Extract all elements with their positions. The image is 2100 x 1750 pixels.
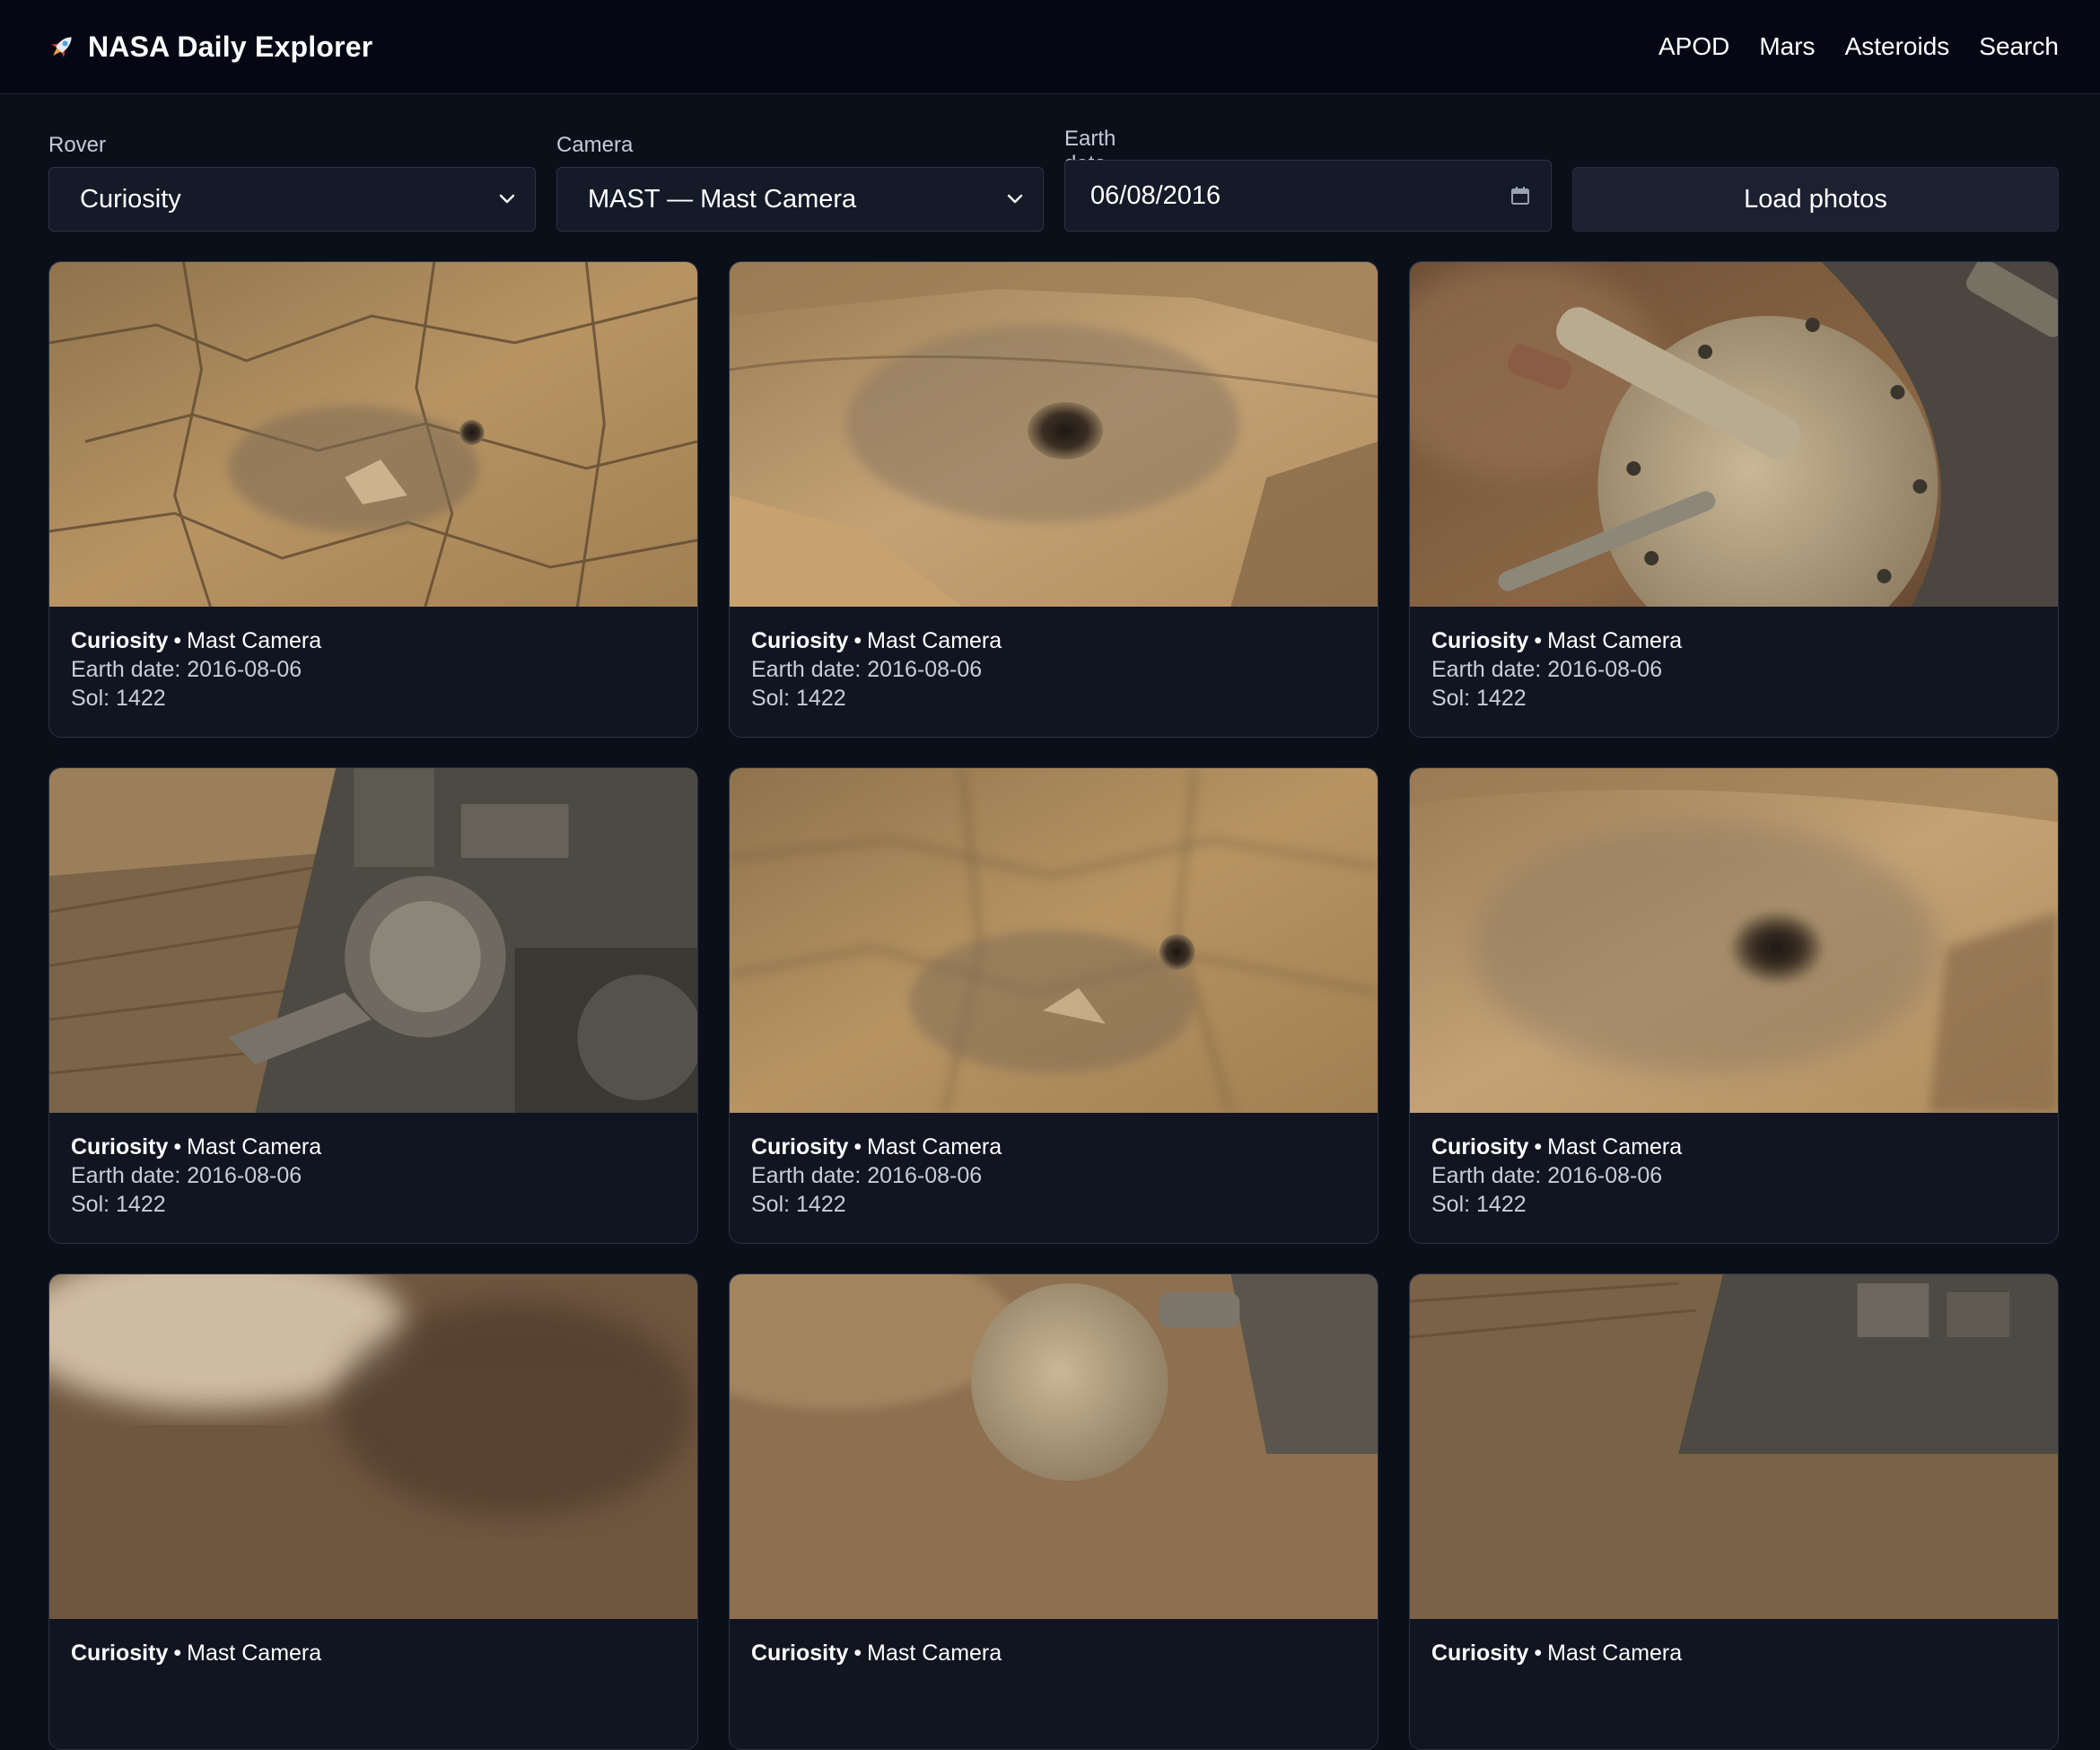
photo-card[interactable]: Curiosity • Mast Camera Earth date: 2016-0… [1409,767,2059,1244]
separator-dot: • [173,628,182,653]
photo-card[interactable]: Curiosity • Mast Camera [729,1273,1378,1750]
photo-card[interactable]: Curiosity • Mast Camera Earth date: 2016-0… [1409,261,2059,738]
mars-photo[interactable] [49,262,697,607]
camera-select[interactable]: MAST — Mast Camera [556,167,1044,232]
photo-rover: Curiosity [751,628,849,653]
mars-photo[interactable] [49,768,697,1113]
calendar-icon[interactable] [1509,185,1531,206]
photo-camera: Mast Camera [187,1641,322,1666]
photo-rover: Curiosity [71,1134,169,1159]
mars-photo[interactable] [730,768,1378,1113]
photo-camera: Mast Camera [867,628,1002,653]
photo-filters: Rover Curiosity Camera MAST — Mast Camer… [48,126,2059,233]
nav-link-mars[interactable]: Mars [1759,32,1815,61]
separator-dot: • [853,628,862,653]
photo-earth-date: Earth date: 2016-08-06 [1431,657,1663,682]
photo-sol: Sol: 1422 [751,686,846,711]
photo-earth-date: Earth date: 2016-08-06 [1431,1163,1663,1188]
photo-sol: Sol: 1422 [71,1192,166,1217]
photo-meta: Curiosity • Mast Camera Earth date: 2016-0… [730,607,1378,732]
photo-sol: Sol: 1422 [71,686,166,711]
photo-rover: Curiosity [751,1641,849,1666]
nav-link-search[interactable]: Search [1979,32,2059,61]
photo-camera: Mast Camera [867,1134,1002,1159]
photo-rover: Curiosity [71,628,169,653]
photo-card[interactable]: Curiosity • Mast Camera Earth date: 2016-0… [729,767,1378,1244]
photo-camera: Mast Camera [1547,1134,1683,1159]
photo-camera: Mast Camera [187,1134,322,1159]
mars-photo[interactable] [1410,262,2058,607]
photo-rover: Curiosity [1431,1134,1529,1159]
photo-card[interactable]: Curiosity • Mast Camera [1409,1273,2059,1750]
rover-label: Rover [48,133,107,157]
photo-meta: Curiosity • Mast Camera Earth date: 2016-0… [49,607,697,732]
photo-earth-date: Earth date: 2016-08-06 [71,1163,302,1188]
photo-rover: Curiosity [1431,628,1529,653]
chevron-down-icon [499,194,515,204]
photo-meta: Curiosity • Mast Camera Earth date: 2016-0… [1410,607,2058,732]
photo-grid: Curiosity • Mast Camera Earth date: 2016-0… [48,261,2059,1750]
top-navbar: NASA Daily Explorer APOD Mars Asteroids … [0,0,2100,94]
separator-dot: • [173,1641,182,1666]
rocket-icon [50,37,72,58]
photo-rover: Curiosity [1431,1641,1529,1666]
app-title: NASA Daily Explorer [88,30,373,63]
photo-earth-date: Earth date: 2016-08-06 [751,657,983,682]
photo-card[interactable]: Curiosity • Mast Camera Earth date: 2016-0… [48,261,698,738]
photo-meta: Curiosity • Mast Camera [730,1619,1378,1687]
photo-card[interactable]: Curiosity • Mast Camera Earth date: 2016-0… [48,767,698,1244]
camera-label: Camera [556,133,634,157]
mars-photo[interactable] [730,1274,1378,1619]
mars-photo[interactable] [1410,1274,2058,1619]
separator-dot: • [1534,1134,1543,1159]
separator-dot: • [1534,1641,1543,1666]
camera-select-value: MAST — Mast Camera [588,184,857,214]
nav-link-asteroids[interactable]: Asteroids [1845,32,1950,61]
photo-meta: Curiosity • Mast Camera Earth date: 2016-0… [49,1113,697,1238]
photo-sol: Sol: 1422 [1431,686,1527,711]
photo-earth-date: Earth date: 2016-08-06 [71,657,302,682]
separator-dot: • [173,1134,182,1159]
mars-photo[interactable] [1410,768,2058,1113]
photo-meta: Curiosity • Mast Camera [49,1619,697,1687]
separator-dot: • [1534,628,1543,653]
photo-card[interactable]: Curiosity • Mast Camera [48,1273,698,1750]
photo-card[interactable]: Curiosity • Mast Camera Earth date: 2016-0… [729,261,1378,738]
photo-rover: Curiosity [71,1641,169,1666]
load-photos-button[interactable]: Load photos [1572,167,2059,232]
main-nav: APOD Mars Asteroids Search [1658,32,2059,61]
separator-dot: • [853,1134,862,1159]
rover-select[interactable]: Curiosity [48,167,536,232]
photo-earth-date: Earth date: 2016-08-06 [751,1163,983,1188]
mars-photo[interactable] [730,262,1378,607]
photo-meta: Curiosity • Mast Camera Earth date: 2016-0… [1410,1113,2058,1238]
photo-rover: Curiosity [751,1134,849,1159]
photo-meta: Curiosity • Mast Camera Earth date: 2016-0… [730,1113,1378,1238]
photo-sol: Sol: 1422 [1431,1192,1527,1217]
mars-photo[interactable] [49,1274,697,1619]
photo-meta: Curiosity • Mast Camera [1410,1619,2058,1687]
photo-camera: Mast Camera [867,1641,1002,1666]
photo-sol: Sol: 1422 [751,1192,846,1217]
nav-link-apod[interactable]: APOD [1658,32,1729,61]
rover-select-value: Curiosity [80,184,181,214]
photo-camera: Mast Camera [1547,628,1683,653]
earth-date-value: 06/08/2016 [1090,180,1221,210]
earth-date-input[interactable]: 06/08/2016 [1064,160,1552,232]
brand[interactable]: NASA Daily Explorer [47,31,372,64]
photo-camera: Mast Camera [1547,1641,1683,1666]
separator-dot: • [853,1641,862,1666]
photo-camera: Mast Camera [187,628,322,653]
chevron-down-icon [1007,194,1023,204]
